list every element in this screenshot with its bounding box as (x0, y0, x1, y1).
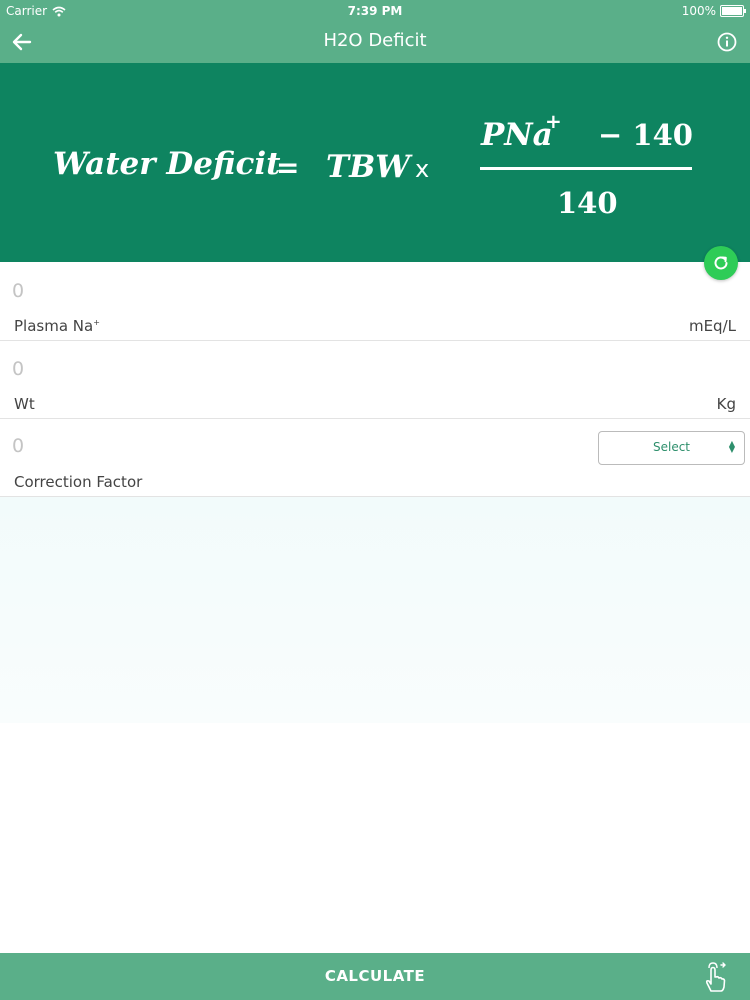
result-area (0, 497, 750, 723)
correction-factor-label: Correction Factor (14, 473, 143, 491)
plasma-na-row: 0 Plasma Na+ mEq/L (0, 262, 750, 341)
formula-banner: Water Deficit = TBW x PNa + − 140 140 (0, 63, 750, 262)
plasma-na-unit: mEq/L (688, 317, 736, 335)
formula-times: x (415, 155, 429, 183)
correction-factor-input[interactable]: 0 (12, 435, 24, 457)
nav-bar: H2O Deficit (0, 22, 750, 63)
formula-tbw: TBW (326, 149, 413, 185)
weight-input[interactable]: 0 (12, 358, 24, 380)
formula-numerator-var: PNa (480, 117, 553, 153)
formula-denominator: 140 (557, 186, 618, 220)
refresh-icon (714, 256, 728, 270)
plasma-na-label: Plasma Na+ (14, 317, 100, 335)
correction-factor-row: 0 Correction Factor Select ▲ ▼ (0, 419, 750, 497)
formula-graphic: Water Deficit = TBW x PNa + − 140 140 (53, 109, 693, 220)
battery-info: 100% (681, 4, 746, 18)
correction-factor-select[interactable]: Select ▲ ▼ (598, 431, 745, 465)
formula-equals: = (276, 151, 299, 184)
weight-row: 0 Wt Kg (0, 341, 750, 419)
plasma-na-label-text: Plasma Na (14, 317, 94, 335)
select-placeholder: Select (652, 440, 691, 454)
fraction-bar (480, 167, 692, 170)
formula-numerator-minus: − 140 (598, 118, 693, 152)
battery-percent: 100% (681, 4, 716, 18)
page-title: H2O Deficit (323, 30, 427, 51)
calculate-button[interactable]: CALCULATE (0, 953, 750, 1000)
formula-lhs: Water Deficit (53, 146, 281, 182)
battery-icon (720, 5, 746, 17)
select-updown-icon: ▲ ▼ (728, 439, 735, 454)
tap-hand-icon (705, 962, 726, 992)
weight-label: Wt (14, 395, 35, 413)
status-bar: Carrier 7:39 PM 100% (0, 0, 750, 22)
formula-numerator-sup: + (545, 109, 562, 133)
info-icon[interactable] (716, 31, 738, 53)
plasma-na-label-sup: + (93, 318, 100, 327)
weight-unit: Kg (716, 395, 736, 413)
clock: 7:39 PM (347, 4, 403, 18)
reset-button[interactable] (704, 246, 738, 280)
plasma-na-input[interactable]: 0 (12, 280, 24, 302)
calculate-label: CALCULATE (324, 967, 426, 985)
